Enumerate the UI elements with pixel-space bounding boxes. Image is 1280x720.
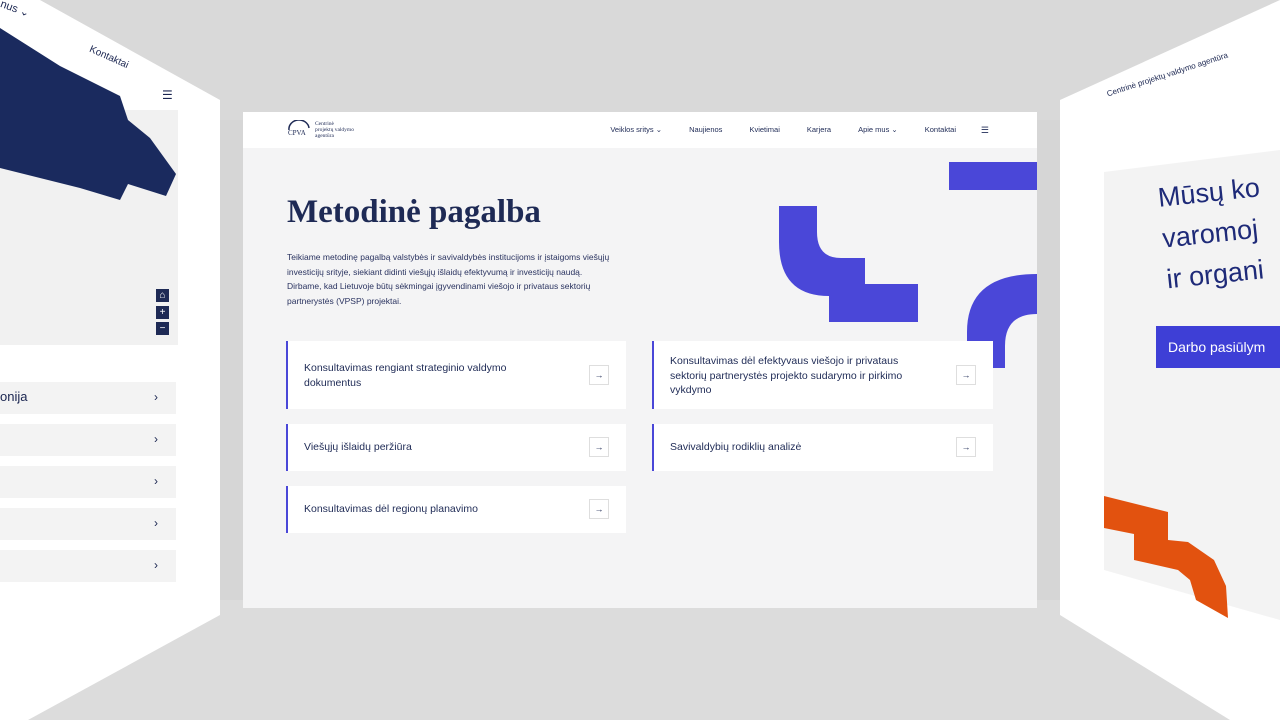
- arrow-right-icon[interactable]: →: [956, 365, 976, 385]
- map-zoom-out-button[interactable]: −: [156, 322, 169, 335]
- list-item-label: onija: [0, 389, 28, 404]
- chevron-down-icon: ⌄: [18, 5, 32, 20]
- main-screen: CPVA Centrinė projektų valdymo agentūra …: [243, 112, 1037, 608]
- logo-line: agentūra: [315, 133, 334, 139]
- service-card-label: Viešųjų išlaidų peržiūra: [304, 441, 412, 453]
- service-card[interactable]: Konsultavimas dėl regionų planavimo →: [286, 486, 626, 533]
- hamburger-icon[interactable]: ☰: [981, 125, 989, 136]
- top-navigation-bar: CPVA Centrinė projektų valdymo agentūra …: [243, 112, 1037, 148]
- orange-decor-shape: [1104, 496, 1228, 618]
- service-card-label: Konsultavimas rengiant strateginio valdy…: [304, 362, 507, 389]
- list-item[interactable]: onija ›: [0, 382, 176, 414]
- service-card[interactable]: Savivaldybių rodiklių analizė →: [652, 424, 993, 471]
- page-description: Teikiame metodinę pagalbą valstybės ir s…: [287, 252, 610, 306]
- main-navigation: Veiklos sritys ⌄ Naujienos Kvietimai Kar…: [610, 125, 956, 134]
- nav-item-karjera[interactable]: Karjera: [807, 125, 831, 134]
- nav-item-kvietimai[interactable]: Kvietimai: [749, 125, 779, 134]
- chevron-right-icon: ›: [154, 432, 158, 446]
- hero-title: Mūsų ko varomoj ir organi: [1156, 167, 1270, 300]
- language-selector[interactable]: nus ⌄: [0, 0, 31, 20]
- language-label: nus: [0, 0, 20, 16]
- logo-abbr: CPVA: [288, 129, 306, 137]
- page-title: Metodinė pagalba: [287, 194, 541, 230]
- nav-label: Apie mus: [858, 125, 890, 134]
- logo-text: Centrinė projektų valdymo agentūra: [315, 121, 359, 139]
- job-offers-button[interactable]: Darbo pasiūlym: [1156, 326, 1280, 368]
- map-zoom-in-button[interactable]: +: [156, 306, 169, 319]
- service-card[interactable]: Viešųjų išlaidų peržiūra →: [286, 424, 626, 471]
- left-screen-panel: nus ⌄ Kontaktai ☰ ⌂ + − onija › › › › ›: [0, 0, 220, 720]
- list-item[interactable]: ›: [0, 424, 176, 456]
- service-card[interactable]: Konsultavimas rengiant strateginio valdy…: [286, 341, 626, 409]
- cpva-logo-mark: CPVA: [288, 120, 310, 137]
- arrow-right-icon[interactable]: →: [589, 437, 609, 457]
- service-card-label: Savivaldybių rodiklių analizė: [670, 441, 802, 453]
- chevron-down-icon: ⌄: [655, 125, 663, 134]
- chevron-right-icon: ›: [154, 390, 158, 404]
- service-card-label: Konsultavimas dėl regionų planavimo: [304, 503, 478, 515]
- chevron-right-icon: ›: [154, 474, 158, 488]
- arrow-right-icon[interactable]: →: [956, 437, 976, 457]
- list-item[interactable]: ›: [0, 550, 176, 582]
- right-screen-panel: Centrinė projektų valdymo agentūra Mūsų …: [1060, 0, 1280, 720]
- service-card[interactable]: Konsultavimas dėl efektyvaus viešojo ir …: [652, 341, 993, 409]
- hamburger-icon[interactable]: ☰: [162, 88, 173, 102]
- list-item[interactable]: ›: [0, 508, 176, 540]
- nav-item-apie-mus[interactable]: Apie mus ⌄: [858, 125, 898, 134]
- map-home-button[interactable]: ⌂: [156, 289, 169, 302]
- cpva-logo[interactable]: CPVA Centrinė projektų valdymo agentūra: [287, 120, 359, 140]
- nav-item-kontaktai[interactable]: Kontaktai: [925, 125, 956, 134]
- arrow-right-icon[interactable]: →: [589, 499, 609, 519]
- arrow-right-icon[interactable]: →: [589, 365, 609, 385]
- list-item[interactable]: ›: [0, 466, 176, 498]
- nav-item-naujienos[interactable]: Naujienos: [689, 125, 722, 134]
- nav-label: Veiklos sritys: [610, 125, 654, 134]
- chevron-right-icon: ›: [154, 558, 158, 572]
- chevron-down-icon: ⌄: [891, 125, 898, 134]
- nav-item-veiklos-sritys[interactable]: Veiklos sritys ⌄: [610, 125, 662, 134]
- service-card-label: Konsultavimas dėl efektyvaus viešojo ir …: [670, 355, 903, 396]
- chevron-right-icon: ›: [154, 516, 158, 530]
